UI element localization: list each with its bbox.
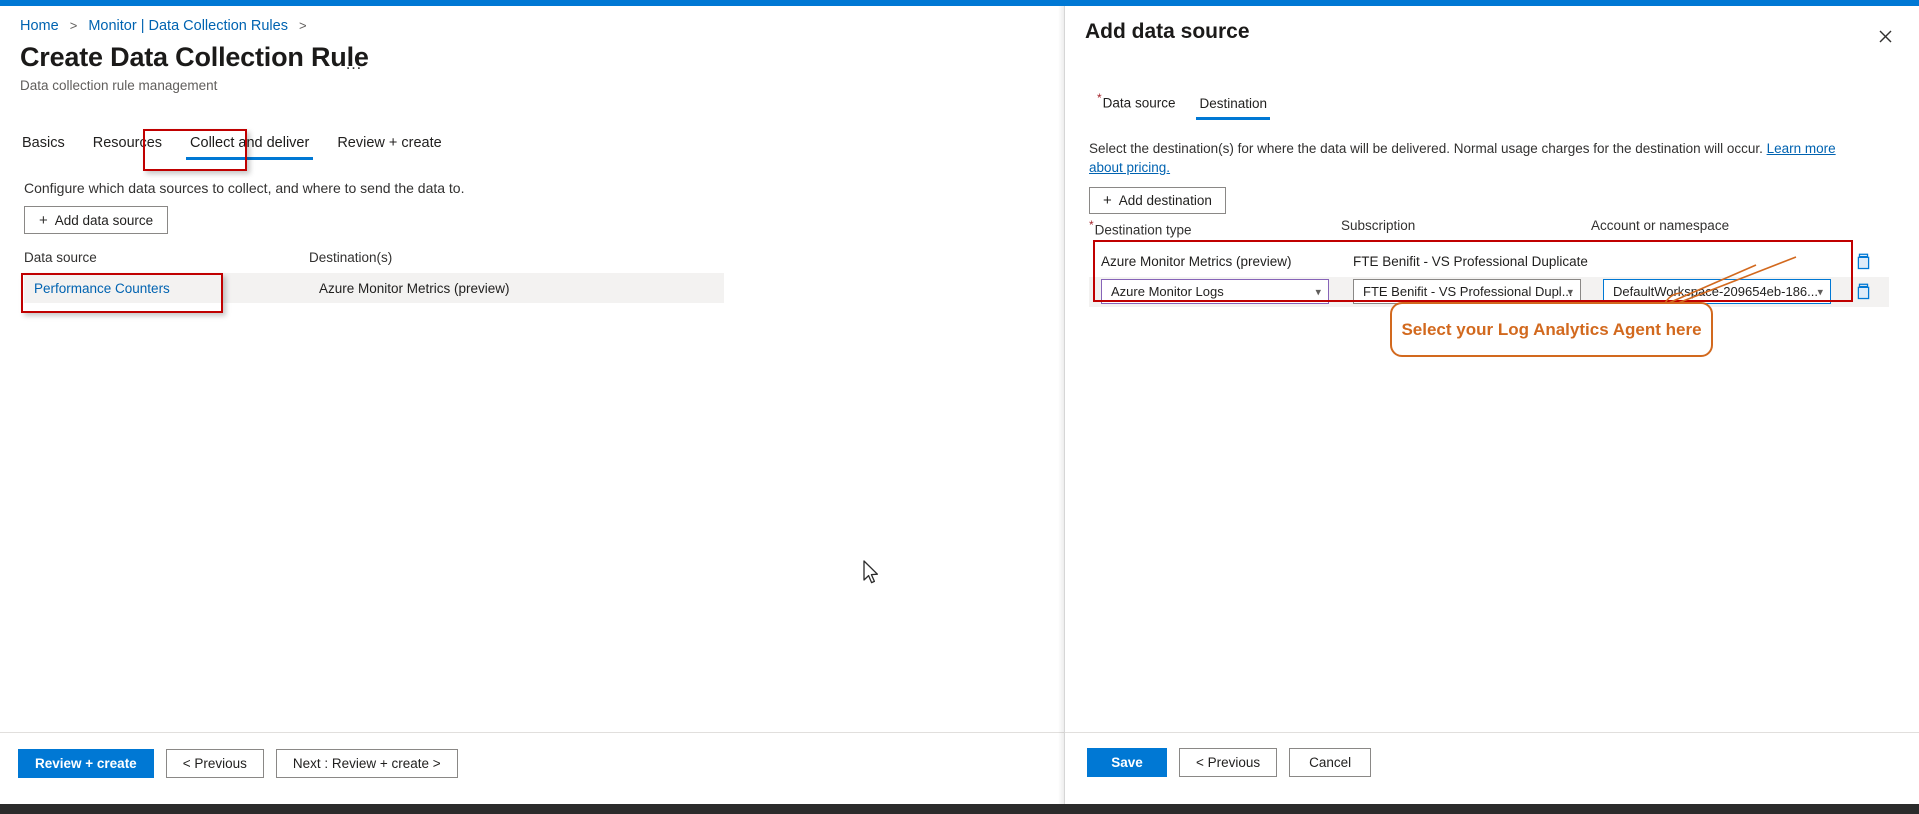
next-review-create-button[interactable]: Next : Review + create > (275, 749, 458, 778)
chevron-down-icon: ▾ (1567, 286, 1573, 298)
bottom-bar (0, 804, 1919, 814)
blade-previous-button[interactable]: < Previous (1179, 748, 1278, 777)
column-header-destination-type-label: Destination type (1094, 222, 1192, 238)
destinations-table-header: *Destination type Subscription Account o… (1089, 218, 1889, 247)
close-icon[interactable] (1873, 24, 1897, 48)
blade-tabs: *Data source Destination (1085, 88, 1279, 120)
tab-resources[interactable]: Resources (79, 131, 176, 160)
plus-icon: + (1103, 192, 1112, 209)
account-namespace-cell: DefaultWorkspace-209654eb-186... ▾ (1591, 279, 1841, 304)
breadcrumb-separator-icon-2: > (298, 18, 307, 33)
add-destination-label: Add destination (1118, 193, 1212, 208)
wizard-footer: Review + create < Previous Next : Review… (0, 732, 1064, 794)
account-namespace-selected-value: DefaultWorkspace-209654eb-186... (1613, 284, 1818, 299)
column-header-destination-type: *Destination type (1089, 218, 1341, 238)
save-button[interactable]: Save (1087, 748, 1167, 777)
wizard-tabs: Basics Resources Collect and deliver Rev… (20, 131, 456, 160)
tab-basics[interactable]: Basics (20, 131, 79, 160)
help-text: Configure which data sources to collect,… (24, 180, 465, 196)
breadcrumb: Home > Monitor | Data Collection Rules > (20, 18, 314, 34)
blade-title: Add data source (1085, 20, 1250, 43)
data-source-destinations-value: Azure Monitor Metrics (preview) (319, 280, 510, 296)
trash-icon[interactable] (1855, 253, 1872, 270)
review-create-button[interactable]: Review + create (18, 749, 154, 778)
table-row[interactable]: Performance Counters Azure Monitor Metri… (24, 273, 724, 303)
add-data-source-blade: Add data source *Data source Destination… (1065, 6, 1919, 804)
data-source-link-performance-counters[interactable]: Performance Counters (24, 281, 309, 296)
destinations-table: *Destination type Subscription Account o… (1089, 218, 1889, 307)
tab-review-create[interactable]: Review + create (323, 131, 455, 160)
column-header-account-namespace: Account or namespace (1591, 218, 1730, 233)
breadcrumb-item-home[interactable]: Home (20, 18, 59, 34)
breadcrumb-item-monitor[interactable]: Monitor | Data Collection Rules (88, 18, 288, 34)
subscription-cell: FTE Benifit - VS Professional Dupl... ▾ (1341, 279, 1591, 304)
destination-type-dropdown[interactable]: Azure Monitor Logs ▾ (1101, 279, 1329, 304)
chevron-down-icon: ▾ (1315, 286, 1321, 298)
delete-destination-cell (1841, 283, 1885, 300)
blade-footer: Save < Previous Cancel (1065, 732, 1919, 794)
tab-collect-and-deliver[interactable]: Collect and deliver (176, 131, 323, 160)
blade-tab-data-source[interactable]: *Data source (1085, 88, 1187, 120)
table-row: Azure Monitor Metrics (preview) FTE Beni… (1089, 246, 1889, 277)
blade-description: Select the destination(s) for where the … (1089, 139, 1867, 177)
annotation-callout: Select your Log Analytics Agent here (1390, 302, 1713, 357)
page-title: Create Data Collection Rule (20, 42, 369, 72)
previous-button[interactable]: < Previous (165, 749, 264, 778)
column-header-data-source: Data source (24, 250, 97, 265)
subscription-selected-value: FTE Benifit - VS Professional Dupl... (1363, 284, 1573, 299)
destination-type-value: Azure Monitor Metrics (preview) (1101, 254, 1292, 269)
destination-type-cell: Azure Monitor Logs ▾ (1089, 279, 1341, 304)
required-indicator-icon: * (1089, 218, 1094, 232)
delete-destination-cell (1841, 253, 1885, 270)
trash-icon[interactable] (1855, 283, 1872, 300)
plus-icon: + (39, 211, 48, 229)
blade-tab-data-source-label: Data source (1102, 95, 1176, 111)
breadcrumb-separator-icon: > (69, 18, 78, 33)
data-sources-table-header: Data source Destination(s) (24, 250, 724, 273)
blade-tab-destination-label: Destination (1199, 95, 1268, 111)
blade-description-text: Select the destination(s) for where the … (1089, 141, 1767, 156)
cancel-button[interactable]: Cancel (1289, 748, 1372, 777)
data-sources-table: Data source Destination(s) Performance C… (24, 250, 724, 303)
blade-tab-destination[interactable]: Destination (1187, 93, 1279, 120)
more-options-icon[interactable]: … (345, 54, 363, 74)
app-root: Home > Monitor | Data Collection Rules >… (0, 0, 1919, 814)
add-data-source-button[interactable]: + Add data source (24, 206, 169, 234)
add-destination-button[interactable]: + Add destination (1089, 187, 1226, 214)
column-header-destinations: Destination(s) (309, 250, 393, 265)
add-data-source-label: Add data source (54, 212, 154, 228)
subscription-value: FTE Benifit - VS Professional Duplicate (1353, 254, 1588, 269)
create-dcr-pane: Home > Monitor | Data Collection Rules >… (0, 6, 1064, 804)
chevron-down-icon: ▾ (1817, 286, 1823, 298)
required-indicator-icon: * (1097, 91, 1102, 105)
account-namespace-dropdown[interactable]: DefaultWorkspace-209654eb-186... ▾ (1603, 279, 1831, 304)
destination-type-selected-value: Azure Monitor Logs (1111, 284, 1224, 299)
column-header-subscription: Subscription (1341, 218, 1416, 233)
subscription-dropdown[interactable]: FTE Benifit - VS Professional Dupl... ▾ (1353, 279, 1581, 304)
page-subtitle: Data collection rule management (20, 78, 218, 93)
